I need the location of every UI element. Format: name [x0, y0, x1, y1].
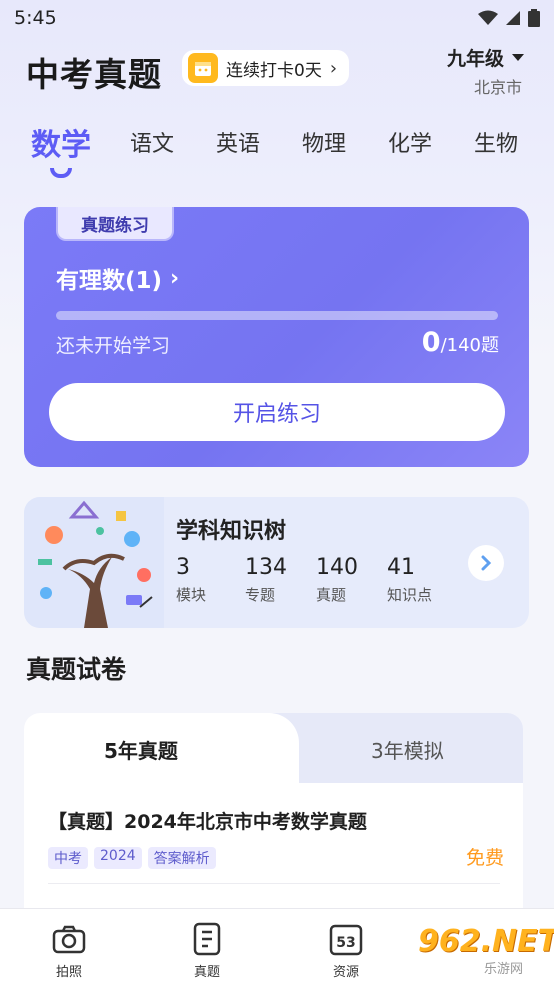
app-header: 中考真题 连续打卡0天 › 九年级 北京市 — [0, 36, 554, 106]
paper-title: 【真题】2024年北京市中考数学真题 — [48, 811, 367, 833]
tab-math[interactable]: 数学 — [31, 120, 91, 164]
watermark-brand: 962.NET — [418, 924, 554, 959]
nav-camera[interactable]: 拍照 — [29, 921, 109, 980]
stat-value: 134 — [245, 555, 287, 580]
watermark-sub: 乐游网 — [484, 962, 524, 977]
caret-down-icon — [512, 54, 524, 61]
grade-selector[interactable]: 九年级 — [447, 44, 524, 71]
papers-section-title: 真题试卷 — [26, 655, 127, 684]
status-icons — [478, 9, 540, 27]
paper-tags: 中考 2024 答案解析 — [48, 847, 216, 869]
chevron-right-icon — [481, 555, 492, 571]
papers-panel: 5年真题 3年模拟 【真题】2024年北京市中考数学真题 中考 2024 答案解… — [24, 713, 523, 933]
knowledge-tree-arrow-button[interactable] — [468, 545, 504, 581]
stat-knowledge-points: 41 知识点 — [387, 555, 432, 605]
tab-biology[interactable]: 生物 — [474, 126, 518, 158]
progress-bar — [56, 311, 498, 320]
tab-5-year-papers[interactable]: 5年真题 — [24, 713, 299, 783]
count-done: 0 — [421, 327, 441, 358]
nav-label: 资源 — [332, 965, 359, 980]
checkin-streak-button[interactable]: 连续打卡0天 › — [182, 50, 350, 86]
document-icon — [167, 921, 247, 957]
nav-label: 真题 — [193, 965, 220, 980]
camera-icon — [29, 921, 109, 957]
page-title: 中考真题 — [26, 55, 162, 94]
nav-label: 拍照 — [55, 965, 82, 980]
practice-tag: 真题练习 — [56, 207, 174, 241]
tab-english[interactable]: 英语 — [216, 126, 260, 158]
signal-icon — [506, 11, 520, 25]
streak-label: 连续打卡0天 — [226, 60, 322, 81]
chevron-right-icon: › — [329, 57, 338, 79]
progress-status: 还未开始学习 — [56, 335, 171, 357]
practice-card: 真题练习 有理数(1) › 还未开始学习 0 /140题 开启练习 — [24, 207, 529, 467]
divider — [48, 883, 500, 884]
tab-chemistry[interactable]: 化学 — [388, 126, 432, 158]
paper-tag: 2024 — [94, 847, 142, 869]
tab-3-year-mock[interactable]: 3年模拟 — [371, 735, 444, 764]
grade-label: 九年级 — [446, 48, 504, 70]
calendar-53-icon: 53 — [306, 921, 386, 957]
stat-modules: 3 模块 — [176, 555, 206, 605]
nav-papers[interactable]: 真题 — [167, 921, 247, 980]
paper-tag: 答案解析 — [147, 847, 216, 869]
calendar-icon — [188, 53, 218, 83]
stat-label: 模块 — [176, 586, 207, 604]
progress-count: 0 /140题 — [422, 327, 499, 358]
count-total: /140题 — [440, 335, 499, 356]
paper-tag: 中考 — [48, 847, 88, 869]
chapter-title: 有理数(1) — [56, 268, 163, 294]
city-label[interactable]: 北京市 — [474, 74, 522, 98]
knowledge-tree-title: 学科知识树 — [176, 519, 287, 544]
stat-value: 3 — [176, 555, 190, 580]
start-practice-button[interactable]: 开启练习 — [49, 383, 505, 441]
stat-topics: 134 专题 — [245, 555, 287, 605]
stat-value: 140 — [316, 555, 358, 580]
paper-price: 免费 — [465, 847, 504, 869]
knowledge-tree-card[interactable]: 学科知识树 3 模块 134 专题 140 真题 41 知识点 — [24, 497, 529, 628]
chapter-link[interactable]: 有理数(1) › — [56, 261, 179, 295]
site-watermark: 962.NET 乐游网 — [408, 922, 554, 980]
active-tab-indicator — [50, 168, 72, 178]
paper-list-item[interactable]: 【真题】2024年北京市中考数学真题 中考 2024 答案解析 免费 — [48, 807, 508, 869]
knowledge-tree-illustration — [24, 497, 164, 628]
svg-text:53: 53 — [336, 935, 355, 951]
status-bar: 5:45 — [0, 0, 554, 36]
chevron-right-icon: › — [170, 265, 180, 291]
stat-questions: 140 真题 — [316, 555, 358, 605]
tab-label: 5年真题 — [104, 739, 178, 763]
battery-icon — [528, 9, 540, 27]
tab-physics[interactable]: 物理 — [302, 126, 346, 158]
tab-chinese[interactable]: 语文 — [130, 126, 174, 158]
wifi-icon — [478, 10, 498, 25]
subject-tabs: 数学 语文 英语 物理 化学 生物 — [0, 118, 554, 184]
stat-label: 真题 — [316, 586, 347, 604]
stat-label: 专题 — [245, 586, 276, 604]
stat-label: 知识点 — [387, 586, 433, 604]
status-time: 5:45 — [14, 7, 57, 29]
stat-value: 41 — [387, 555, 415, 580]
nav-resources[interactable]: 53 资源 — [306, 921, 386, 980]
knowledge-tree-stats: 3 模块 134 专题 140 真题 41 知识点 — [176, 555, 466, 615]
